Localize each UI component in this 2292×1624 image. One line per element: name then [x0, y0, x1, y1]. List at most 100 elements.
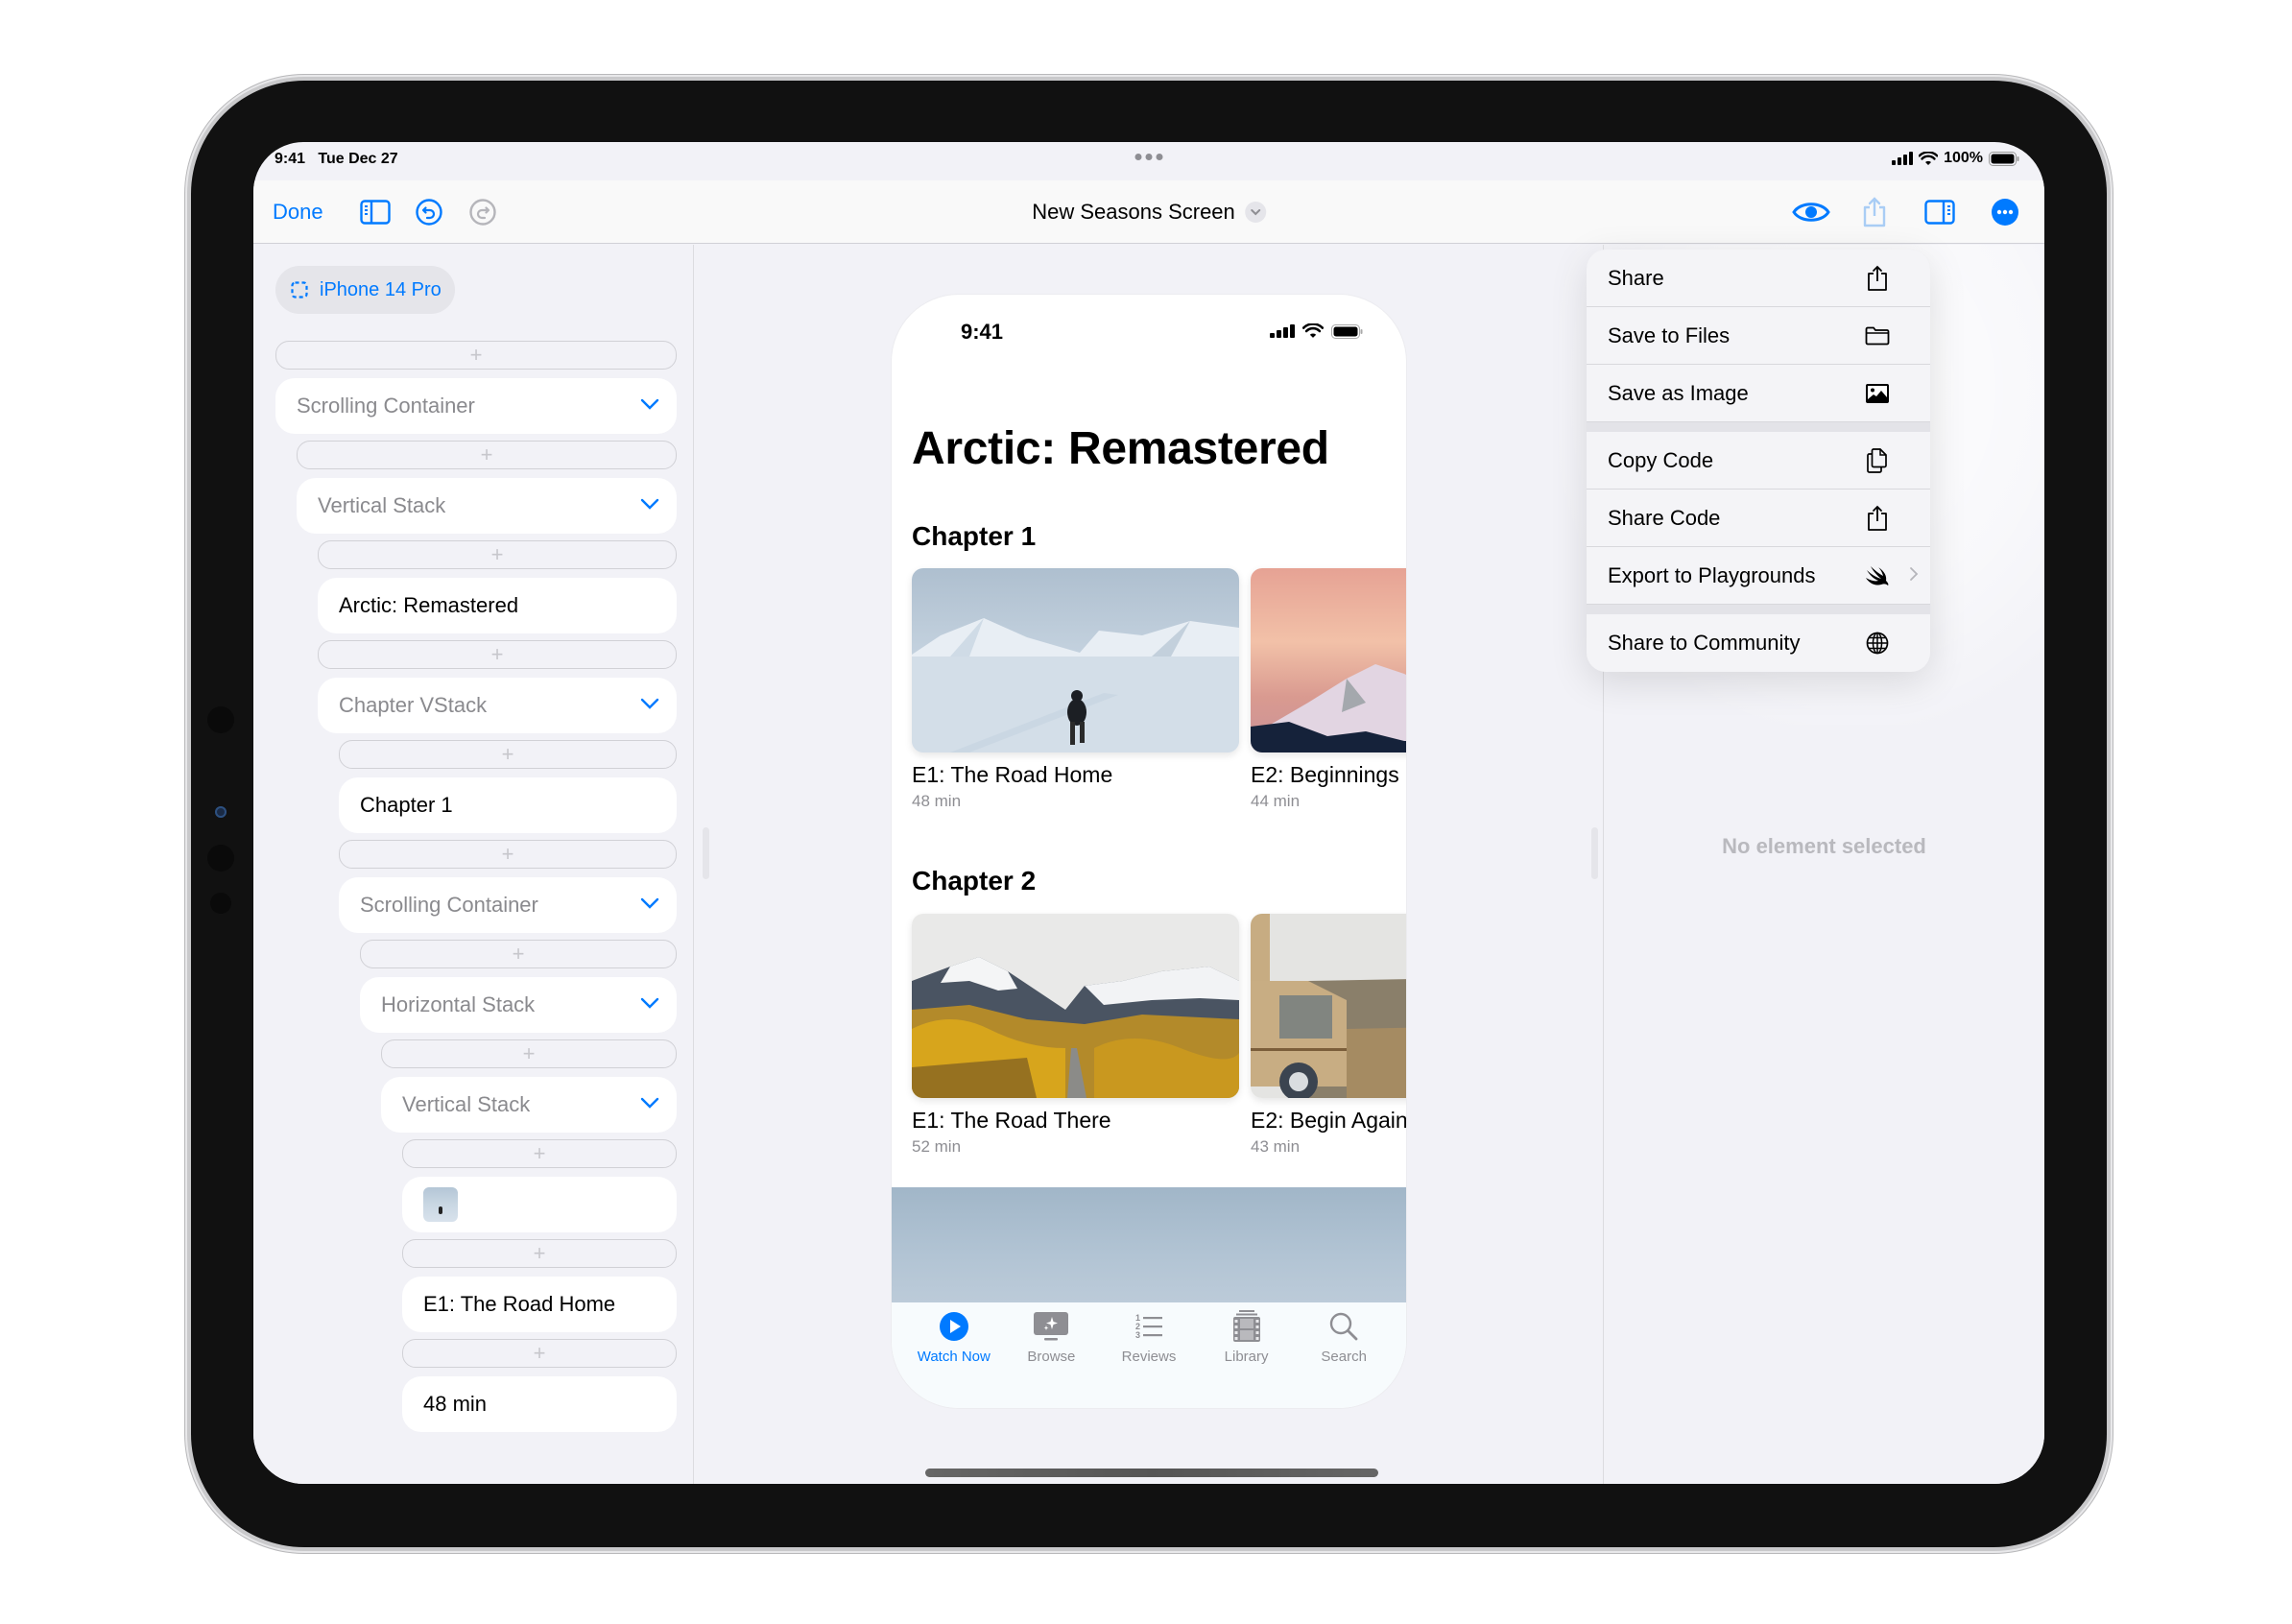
insert-slot[interactable]: + [402, 1339, 677, 1368]
chevron-down-icon [1244, 202, 1266, 223]
insert-slot[interactable]: + [402, 1139, 677, 1168]
sidebar-left-icon [360, 200, 391, 225]
chevron-down-icon[interactable] [640, 1096, 659, 1110]
tab-search[interactable]: Search [1301, 1310, 1387, 1408]
menu-item-copy-code[interactable]: Copy Code [1587, 432, 1930, 490]
image-thumbnail [423, 1187, 458, 1222]
menu-item-save-as-image[interactable]: Save as Image [1587, 365, 1930, 422]
menu-item-share-code[interactable]: Share Code [1587, 490, 1930, 547]
eye-icon [1792, 203, 1830, 222]
chevron-down-icon[interactable] [640, 996, 659, 1010]
tab-browse[interactable]: Browse [1008, 1310, 1094, 1408]
toggle-sidebar-button[interactable] [359, 198, 392, 227]
insert-slot[interactable]: + [381, 1039, 677, 1068]
share-icon [1868, 265, 1887, 291]
multitasking-dots[interactable] [1134, 154, 1163, 160]
episode-card[interactable]: E1: The Road Home 48 min [912, 568, 1239, 811]
inspector-resize-handle[interactable] [1591, 827, 1598, 879]
episode-thumbnail [912, 568, 1239, 752]
camera-sensor [210, 893, 231, 914]
tree-node-horizontal-stack[interactable]: Horizontal Stack [360, 977, 677, 1033]
featured-banner-image [892, 1187, 1406, 1302]
episode-card[interactable]: E2: Begin Again 43 min [1251, 914, 1406, 1157]
tree-node-title-text[interactable]: Arctic: Remastered [318, 578, 677, 633]
insert-slot[interactable]: + [339, 840, 677, 869]
insert-slot[interactable]: + [275, 341, 677, 370]
chevron-down-icon[interactable] [640, 497, 659, 511]
tab-watch-now[interactable]: Watch Now [911, 1310, 997, 1408]
chevron-down-icon[interactable] [640, 896, 659, 910]
ellipsis-circle-icon [1992, 199, 2018, 226]
episode-title: E2: Beginnings [1251, 762, 1399, 787]
chevron-down-icon[interactable] [640, 397, 659, 411]
insert-slot[interactable]: + [402, 1239, 677, 1268]
tree-node-scrolling-container[interactable]: Scrolling Container [275, 378, 677, 434]
chevron-right-icon [1910, 567, 1919, 581]
episode-duration: 52 min [912, 1137, 962, 1156]
insert-slot[interactable]: + [360, 940, 677, 968]
undo-button[interactable] [413, 198, 445, 227]
folder-icon [1865, 326, 1890, 345]
episode-title: E1: The Road Home [912, 762, 1113, 787]
tv-sparkle-icon [1034, 1312, 1069, 1341]
share-icon [1868, 505, 1887, 531]
globe-icon [1866, 632, 1889, 655]
episode-card[interactable]: E2: Beginnings 44 min [1251, 568, 1406, 811]
phone-status-bar: 9:41 [892, 295, 1406, 371]
screen-title: Arctic: Remastered [912, 423, 1329, 474]
empty-state-text: No element selected [1722, 834, 1926, 858]
insert-slot[interactable]: + [339, 740, 677, 769]
device-name: iPhone 14 Pro [320, 278, 442, 300]
device-frame-icon [291, 281, 308, 299]
status-bar: 9:41 Tue Dec 27 100% [253, 142, 2044, 180]
tree-node-vertical-stack[interactable]: Vertical Stack [381, 1077, 677, 1133]
toggle-inspector-button[interactable] [1923, 198, 1956, 227]
share-button[interactable] [1858, 197, 1891, 227]
insert-slot[interactable]: + [318, 540, 677, 569]
tree-node-episode-title[interactable]: E1: The Road Home [402, 1277, 677, 1332]
tree-node-episode-duration[interactable]: 48 min [402, 1376, 677, 1432]
menu-item-share[interactable]: Share [1587, 250, 1930, 307]
redo-button[interactable] [466, 198, 499, 227]
menu-item-save-to-files[interactable]: Save to Files [1587, 307, 1930, 365]
photo-icon [1866, 383, 1889, 403]
numbered-list-icon: 123 [1135, 1313, 1162, 1340]
element-tree-sidebar: iPhone 14 Pro + Scrolling Container + Ve… [253, 245, 694, 1484]
document-title-menu[interactable]: New Seasons Screen [1032, 200, 1266, 225]
share-icon [1863, 197, 1886, 227]
menu-separator [1587, 605, 1930, 614]
done-button[interactable]: Done [273, 200, 323, 225]
status-time: 9:41 Tue Dec 27 [275, 151, 398, 167]
insert-slot[interactable]: + [318, 640, 677, 669]
tree-node-chapter-vstack[interactable]: Chapter VStack [318, 678, 677, 733]
device-selector[interactable]: iPhone 14 Pro [275, 266, 455, 314]
svg-text:3: 3 [1135, 1330, 1140, 1340]
battery-percent: 100% [1944, 150, 1983, 166]
chevron-down-icon[interactable] [640, 697, 659, 710]
magnifying-glass-icon [1329, 1312, 1358, 1341]
copy-doc-icon [1867, 447, 1887, 473]
tree-node-chapter-text[interactable]: Chapter 1 [339, 777, 677, 833]
camera-sensor [207, 706, 234, 733]
menu-item-share-to-community[interactable]: Share to Community [1587, 614, 1930, 672]
tree-node-vertical-stack[interactable]: Vertical Stack [297, 478, 677, 534]
preview-button[interactable] [1792, 198, 1830, 227]
play-circle-icon [939, 1312, 968, 1341]
episode-duration: 44 min [1251, 792, 1301, 810]
toolbar: Done New Seasons Screen [253, 180, 2044, 244]
episode-duration: 43 min [1251, 1137, 1301, 1156]
home-indicator[interactable] [925, 1469, 1378, 1477]
menu-item-export-to-playgrounds[interactable]: Export to Playgrounds [1587, 547, 1930, 605]
insert-slot[interactable]: + [297, 441, 677, 469]
battery-icon [1331, 323, 1363, 339]
more-button[interactable] [1989, 198, 2021, 227]
chapter-heading: Chapter 1 [912, 521, 1037, 551]
tab-library[interactable]: Library [1204, 1310, 1290, 1408]
tree-node-scrolling-container[interactable]: Scrolling Container [339, 877, 677, 933]
tree-node-image[interactable] [402, 1177, 677, 1232]
document-title: New Seasons Screen [1032, 200, 1235, 224]
redo-icon [469, 199, 496, 226]
tab-reviews[interactable]: 123 Reviews [1106, 1310, 1192, 1408]
episode-card[interactable]: E1: The Road There 52 min [912, 914, 1239, 1157]
cellular-signal-icon [1892, 152, 1914, 165]
